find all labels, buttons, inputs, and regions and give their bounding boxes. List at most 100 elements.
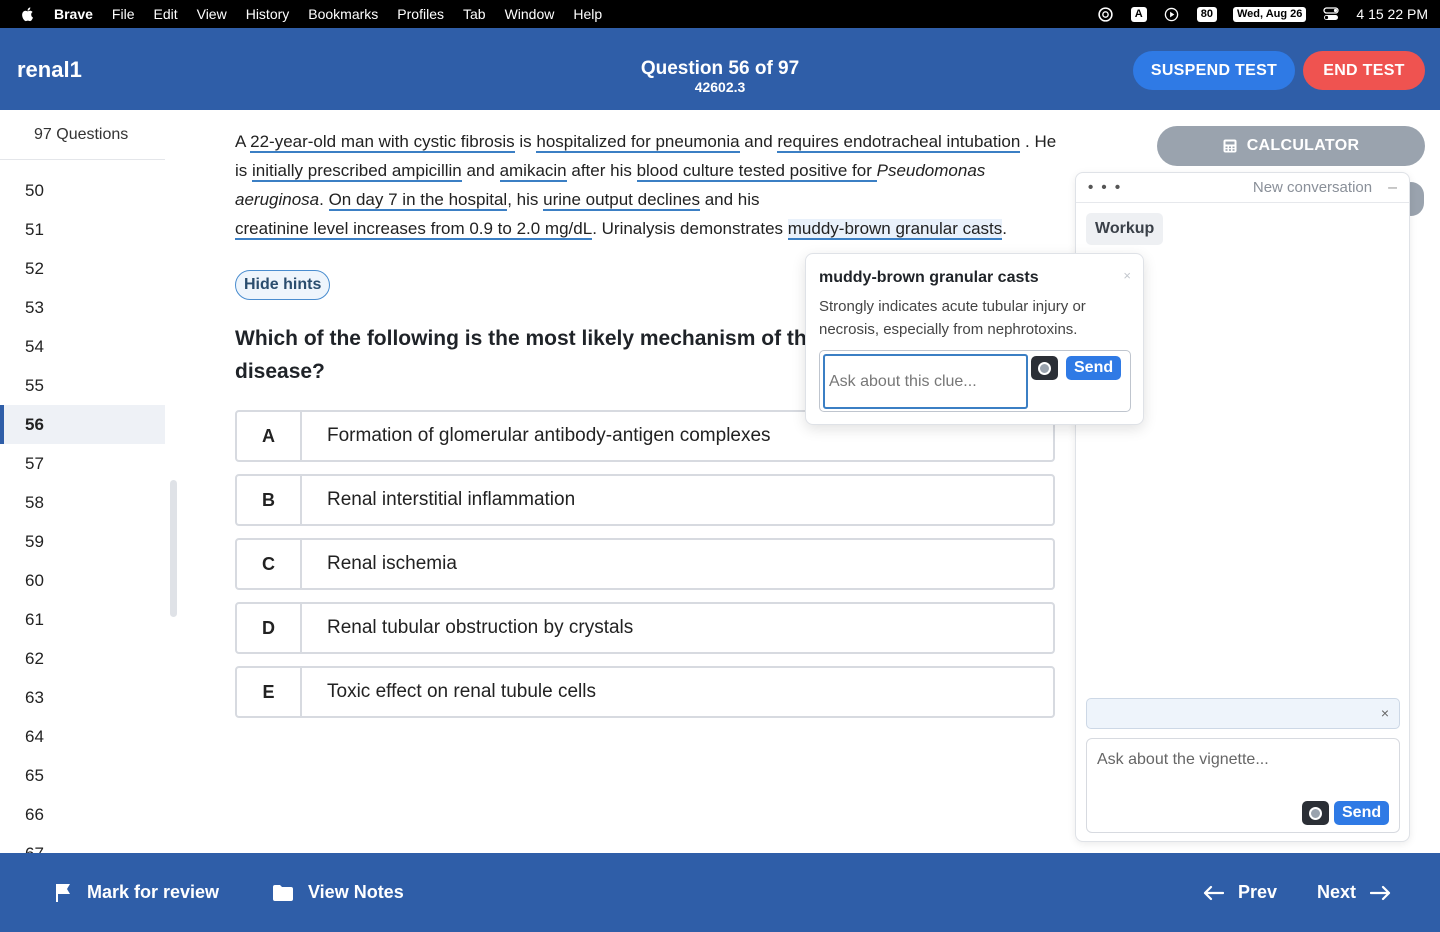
calculator-button[interactable]: CALCULATOR <box>1157 126 1425 166</box>
sidebar-question-item[interactable]: 64 <box>0 717 165 756</box>
chat-title: New conversation <box>1252 179 1373 196</box>
chat-menu-icon[interactable]: • • • <box>1088 179 1122 196</box>
menu-tab[interactable]: Tab <box>463 6 486 22</box>
view-notes-button[interactable]: View Notes <box>272 853 404 932</box>
chat-input-box[interactable]: Ask about the vignette... Send <box>1086 738 1400 833</box>
chat-input-placeholder: Ask about the vignette... <box>1097 751 1269 768</box>
record-icon[interactable] <box>1031 356 1058 380</box>
sidebar-question-item[interactable]: 60 <box>0 561 165 600</box>
mark-for-review-button[interactable]: Mark for review <box>55 853 219 932</box>
menu-history[interactable]: History <box>246 6 290 22</box>
question-vignette: A 22-year-old man with cystic fibrosis i… <box>235 127 1065 243</box>
openai-icon[interactable] <box>1097 5 1115 23</box>
question-count: 97 Questions <box>0 110 165 160</box>
stem-line: disease? <box>235 360 325 383</box>
vignette-text: , his <box>507 190 544 209</box>
macos-menubar: Brave File Edit View History Bookmarks P… <box>0 0 1440 28</box>
apple-icon[interactable] <box>20 6 36 22</box>
hint-clue[interactable]: 22-year-old man with cystic fibrosis <box>250 132 515 153</box>
sidebar-question-item[interactable]: 55 <box>0 366 165 405</box>
hint-clue[interactable]: amikacin <box>499 161 567 182</box>
answer-text: Renal ischemia <box>327 553 457 574</box>
answer-choice-b[interactable]: B Renal interstitial inflammation <box>235 474 1055 526</box>
view-notes-label: View Notes <box>308 882 404 902</box>
close-icon[interactable]: × <box>1123 268 1131 283</box>
sidebar-question-item[interactable]: 65 <box>0 756 165 795</box>
sidebar-question-item[interactable]: 57 <box>0 444 165 483</box>
hint-clue[interactable]: creatinine level increases from 0.9 to 2… <box>235 219 593 240</box>
battery-icon[interactable]: 80 <box>1196 6 1217 22</box>
sidebar-question-item[interactable]: 53 <box>0 288 165 327</box>
sidebar-question-item[interactable]: 58 <box>0 483 165 522</box>
question-stem: Which of the following is the most likel… <box>235 322 815 388</box>
calculator-icon <box>1223 139 1237 153</box>
menu-window[interactable]: Window <box>505 6 555 22</box>
mark-for-review-label: Mark for review <box>87 882 220 902</box>
hint-clue[interactable]: blood culture tested positive for <box>636 161 877 182</box>
vignette-text: is <box>514 132 537 151</box>
answer-choice-e[interactable]: E Toxic effect on renal tubule cells <box>235 666 1055 718</box>
answer-text: Toxic effect on renal tubule cells <box>327 681 596 702</box>
chat-context-strip: × <box>1086 698 1400 729</box>
hint-clue[interactable]: urine output declines <box>543 190 700 211</box>
menu-bookmarks[interactable]: Bookmarks <box>308 6 378 22</box>
record-icon[interactable] <box>1302 801 1329 825</box>
close-icon[interactable]: × <box>1381 705 1389 721</box>
hide-hints-button[interactable]: Hide hints <box>235 270 331 300</box>
end-test-button[interactable]: END TEST <box>1303 51 1425 90</box>
next-button[interactable]: Next <box>1317 853 1392 932</box>
control-center-icon[interactable] <box>1322 5 1340 23</box>
sidebar-question-item[interactable]: 56 <box>0 405 165 444</box>
answer-choice-d[interactable]: D Renal tubular obstruction by crystals <box>235 602 1055 654</box>
vignette-text: after his <box>566 161 637 180</box>
menu-app-name[interactable]: Brave <box>54 6 93 22</box>
vignette-text: . Urinalysis demonstrates <box>592 219 788 238</box>
prev-label: Prev <box>1238 882 1278 902</box>
sidebar-question-item[interactable]: 66 <box>0 795 165 834</box>
input-source-badge[interactable]: A <box>1130 6 1147 22</box>
hint-clue[interactable]: hospitalized for pneumonia <box>536 132 740 153</box>
sidebar-question-item[interactable]: 67 <box>0 834 165 853</box>
vignette-text: and his <box>700 190 760 209</box>
vignette-text: . <box>1002 219 1007 238</box>
vignette-text: and <box>739 132 778 151</box>
clock[interactable]: 4 15 22 PM <box>1356 6 1428 22</box>
clue-send-button[interactable]: Send <box>1066 356 1122 380</box>
hint-clue[interactable]: On day 7 in the hospital <box>328 190 508 211</box>
answer-choice-c[interactable]: C Renal ischemia <box>235 538 1055 590</box>
hint-clue[interactable]: initially prescribed ampicillin <box>252 161 462 182</box>
menu-file[interactable]: File <box>112 6 135 22</box>
vignette-text: . <box>319 190 329 209</box>
folder-icon <box>273 884 293 901</box>
answer-letter: C <box>237 540 302 588</box>
calculator-label: CALCULATOR <box>1246 137 1360 154</box>
sidebar-question-item[interactable]: 61 <box>0 600 165 639</box>
answer-text: Renal tubular obstruction by crystals <box>327 617 634 638</box>
menu-help[interactable]: Help <box>573 6 602 22</box>
prev-button[interactable]: Prev <box>1202 853 1277 932</box>
sidebar-question-item[interactable]: 52 <box>0 249 165 288</box>
suspend-test-button[interactable]: SUSPEND TEST <box>1133 51 1295 90</box>
vignette-text: A <box>235 132 251 151</box>
menu-profiles[interactable]: Profiles <box>397 6 444 22</box>
clue-description: Strongly indicates acute tubular injury … <box>819 298 1086 338</box>
hint-clue[interactable]: requires endotracheal intubation <box>777 132 1021 153</box>
menu-edit[interactable]: Edit <box>153 6 177 22</box>
date-badge[interactable]: Wed, Aug 26 <box>1232 6 1307 22</box>
sidebar-question-item[interactable]: 62 <box>0 639 165 678</box>
play-icon[interactable] <box>1163 5 1181 23</box>
flag-icon <box>56 883 70 902</box>
sidebar-question-item[interactable]: 51 <box>0 210 165 249</box>
menu-view[interactable]: View <box>197 6 227 22</box>
minimize-icon[interactable]: – <box>1388 179 1397 197</box>
hint-clue-selected[interactable]: muddy-brown granular casts <box>787 219 1003 240</box>
clue-question-input[interactable] <box>823 354 1028 409</box>
sidebar-question-item[interactable]: 59 <box>0 522 165 561</box>
chat-send-button[interactable]: Send <box>1334 801 1390 825</box>
sidebar-scrollbar[interactable] <box>170 480 177 617</box>
answer-text: Renal interstitial inflammation <box>327 489 576 510</box>
sidebar-question-item[interactable]: 54 <box>0 327 165 366</box>
sidebar-question-item[interactable]: 63 <box>0 678 165 717</box>
sidebar-question-item[interactable]: 50 <box>0 171 165 210</box>
workup-tab[interactable]: Workup <box>1086 213 1164 245</box>
